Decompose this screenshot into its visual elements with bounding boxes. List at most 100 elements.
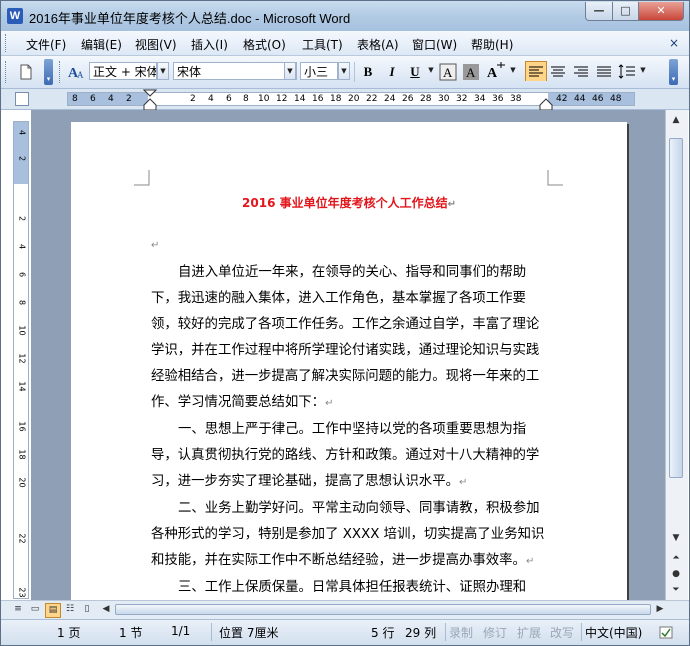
document-page[interactable]: 2016 事业单位年度考核个人工作总结↵ ↵ 自进入单位近一年来，在领导的关心、… [71, 122, 627, 600]
document-body[interactable]: 自进入单位近一年来，在领导的关心、指导和同事们的帮助下，我迅速的融入集体，进入工… [151, 260, 551, 600]
line-spacing-icon[interactable] [618, 63, 636, 83]
ruler-tick: 16 [17, 421, 27, 432]
status-column: 29 列 [405, 626, 437, 640]
reading-layout-view-icon[interactable]: ▯ [80, 603, 94, 616]
minimize-button[interactable]: — [585, 2, 613, 21]
normal-view-icon[interactable]: ≡ [11, 603, 25, 616]
menu-format[interactable]: 格式(O) [243, 36, 286, 53]
menu-view[interactable]: 视图(V) [135, 36, 177, 53]
document-title[interactable]: 2016 事业单位年度考核个人工作总结↵ [71, 194, 627, 211]
ruler-tick: 16 [312, 94, 324, 104]
ruler-tick: 10 [258, 94, 270, 104]
style-combo[interactable]: 正文 + 宋体 [89, 62, 157, 80]
close-document-icon[interactable]: × [669, 36, 679, 50]
ruler-tick: 42 [556, 94, 568, 104]
character-scaling-icon[interactable]: A [485, 62, 507, 82]
font-size-dropdown-icon[interactable]: ▼ [338, 62, 350, 80]
web-layout-view-icon[interactable]: ▭ [28, 603, 42, 616]
paragraph[interactable]: 一、思想上严于律己。工作中坚持以党的各项重要思想为指导，认真贯彻执行党的路线、方… [151, 417, 551, 496]
vertical-ruler[interactable]: 4 2 2 4 6 8 10 12 14 16 18 20 22 23 [13, 121, 29, 599]
toolbar-overflow-chevron[interactable]: ▾ [44, 59, 53, 85]
horizontal-scrollbar-thumb[interactable] [115, 604, 651, 615]
document-canvas[interactable]: 2016 事业单位年度考核个人工作总结↵ ↵ 自进入单位近一年来，在领导的关心、… [31, 110, 665, 600]
paragraph[interactable]: 自进入单位近一年来，在领导的关心、指导和同事们的帮助下，我迅速的融入集体，进入工… [151, 260, 551, 417]
toolbar-overflow-chevron-2[interactable]: ▾ [669, 59, 678, 85]
status-page: 1 页 [57, 626, 81, 640]
svg-text:A: A [466, 65, 476, 80]
ruler-tick: 34 [474, 94, 486, 104]
paragraph[interactable]: 三、工作上保质保量。日常具体担任报表统计、证照办理和 [151, 575, 551, 600]
underline-dropdown-icon[interactable]: ▼ [425, 62, 437, 80]
close-button[interactable]: ✕ [638, 2, 684, 21]
next-page-icon[interactable]: ⏷ [668, 582, 684, 598]
select-browse-object-icon[interactable]: ● [668, 566, 684, 582]
menu-grip[interactable] [5, 34, 9, 52]
font-combo[interactable]: 宋体 [173, 62, 297, 80]
align-center-icon[interactable] [549, 63, 567, 83]
styles-pane-icon[interactable]: A A [67, 63, 85, 83]
word-app-icon[interactable]: W [7, 8, 23, 24]
menu-table[interactable]: 表格(A) [357, 36, 399, 53]
spelling-status-icon[interactable] [659, 626, 675, 640]
line-spacing-dropdown-icon[interactable]: ▼ [637, 62, 649, 80]
toolbar-separator [354, 62, 355, 82]
character-border-icon[interactable]: A [439, 63, 457, 83]
status-overtype[interactable]: 改写 [550, 624, 574, 641]
status-record-macro[interactable]: 录制 [449, 624, 473, 641]
ruler-tick: 26 [402, 94, 414, 104]
ruler-tick: 12 [276, 94, 288, 104]
status-track-changes[interactable]: 修订 [483, 624, 507, 641]
underline-button[interactable]: U [407, 64, 423, 80]
ruler-tick: 2 [126, 94, 132, 104]
scrollbar-thumb[interactable] [669, 138, 683, 478]
italic-button[interactable]: I [384, 64, 400, 80]
scroll-up-icon[interactable]: ▲ [668, 112, 684, 128]
style-dropdown-icon[interactable]: ▼ [157, 62, 169, 80]
previous-page-icon[interactable]: ⏶ [668, 550, 684, 566]
scroll-down-icon[interactable]: ▼ [668, 530, 684, 546]
font-size-combo[interactable]: 小三 [300, 62, 338, 80]
ruler-tick: 4 [208, 94, 214, 104]
menu-insert[interactable]: 插入(I) [191, 36, 228, 53]
character-shading-icon[interactable]: A [462, 63, 480, 83]
maximize-button[interactable]: □ [612, 2, 639, 21]
ruler-tick: 28 [420, 94, 432, 104]
ruler-tick: 14 [294, 94, 306, 104]
print-layout-view-icon[interactable]: ▤ [45, 603, 61, 618]
font-dropdown-icon[interactable]: ▼ [284, 62, 296, 80]
align-right-icon[interactable] [572, 63, 590, 83]
status-page-of: 1/1 [171, 624, 191, 638]
toolbar-grip[interactable] [5, 61, 9, 83]
paragraph[interactable]: 二、业务上勤学好问。平常主动向领导、同事请教，积极参加各种形式的学习，特别是参加… [151, 496, 551, 575]
svg-text:A: A [443, 65, 453, 80]
ruler-tick: 8 [243, 94, 249, 104]
scroll-right-icon[interactable]: ▶ [653, 603, 667, 616]
status-language[interactable]: 中文(中国) [585, 624, 642, 641]
menu-help[interactable]: 帮助(H) [471, 36, 513, 53]
scroll-left-icon[interactable]: ◀ [99, 603, 113, 616]
tab-selector[interactable] [15, 92, 29, 106]
ruler-tick: 12 [17, 353, 27, 364]
scaling-dropdown-icon[interactable]: ▼ [507, 62, 519, 80]
ruler-tick: 4 [17, 129, 27, 136]
ruler-tick: 2 [17, 215, 27, 222]
title-bar: W 2016年事业单位年度考核个人总结.doc - Microsoft Word… [1, 1, 689, 31]
ruler-tick: 10 [17, 325, 27, 336]
bold-button[interactable]: B [360, 64, 376, 80]
document-title-text: 2016 事业单位年度考核个人工作总结 [242, 196, 448, 210]
menu-edit[interactable]: 编辑(E) [81, 36, 122, 53]
vertical-scrollbar[interactable]: ▲ ▼ ⏶ ● ⏷ [665, 110, 688, 600]
ruler-tick: 8 [72, 94, 78, 104]
ruler-tick: 2 [190, 94, 196, 104]
new-document-icon[interactable] [19, 64, 33, 84]
status-extend-selection[interactable]: 扩展 [517, 624, 541, 641]
menu-tools[interactable]: 工具(T) [302, 36, 343, 53]
menu-window[interactable]: 窗口(W) [412, 36, 457, 53]
align-left-icon[interactable] [525, 61, 547, 81]
justify-icon[interactable] [595, 63, 613, 83]
menu-file[interactable]: 文件(F) [26, 36, 66, 53]
ruler-tick: 22 [17, 533, 27, 544]
toolbar-grip-2[interactable] [59, 61, 63, 83]
ruler-tick: 44 [574, 94, 586, 104]
outline-view-icon[interactable]: ☷ [63, 603, 77, 616]
